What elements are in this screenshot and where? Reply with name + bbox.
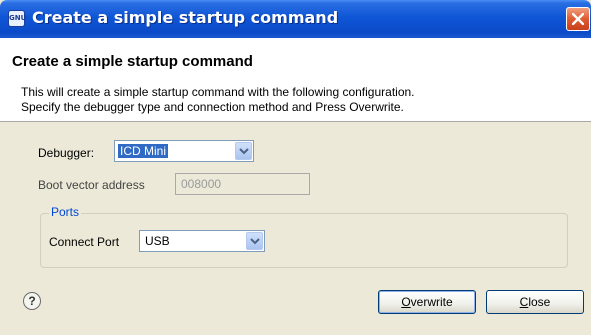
title-bar[interactable]: GNU Create a simple startup command [0, 0, 591, 38]
debugger-select[interactable]: ICD Mini [114, 140, 254, 162]
close-button[interactable]: Close [486, 290, 584, 314]
connect-port-select[interactable]: USB [139, 230, 265, 252]
description-line: Specify the debugger type and connection… [21, 100, 404, 114]
connect-port-value: USB [145, 234, 170, 248]
connect-port-label: Connect Port [49, 235, 120, 249]
debugger-value: ICD Mini [118, 144, 169, 158]
header-description: This will create a simple startup comman… [21, 85, 415, 115]
window-title: Create a simple startup command [32, 8, 339, 27]
description-line: This will create a simple startup comman… [21, 85, 415, 99]
dialog-window: GNU Create a simple startup command Crea… [0, 0, 591, 335]
ports-group-legend: Ports [49, 205, 82, 219]
dropdown-arrow-button[interactable] [246, 232, 263, 250]
help-icon[interactable]: ? [23, 292, 41, 310]
dropdown-arrow-button[interactable] [235, 142, 252, 160]
boot-vector-field: 008000 [175, 173, 310, 195]
gnu-app-icon: GNU [8, 10, 26, 27]
debugger-label: Debugger: [38, 146, 95, 160]
header-title: Create a simple startup command [12, 53, 253, 70]
dialog-body: Debugger: ICD Mini Boot vector address 0… [0, 122, 591, 335]
chevron-down-icon [250, 238, 260, 245]
ports-group: Ports [40, 205, 568, 268]
chevron-down-icon [239, 148, 249, 155]
dialog-header: Create a simple startup command This wil… [0, 38, 591, 122]
overwrite-button[interactable]: Overwrite [378, 290, 476, 314]
overwrite-mnemonic: O [401, 295, 411, 309]
window-close-button[interactable] [566, 7, 590, 31]
overwrite-label: verwrite [410, 295, 453, 309]
boot-vector-value: 008000 [181, 177, 222, 191]
boot-vector-label: Boot vector address [38, 178, 145, 192]
close-label: lose [528, 295, 551, 309]
close-icon [572, 13, 584, 25]
